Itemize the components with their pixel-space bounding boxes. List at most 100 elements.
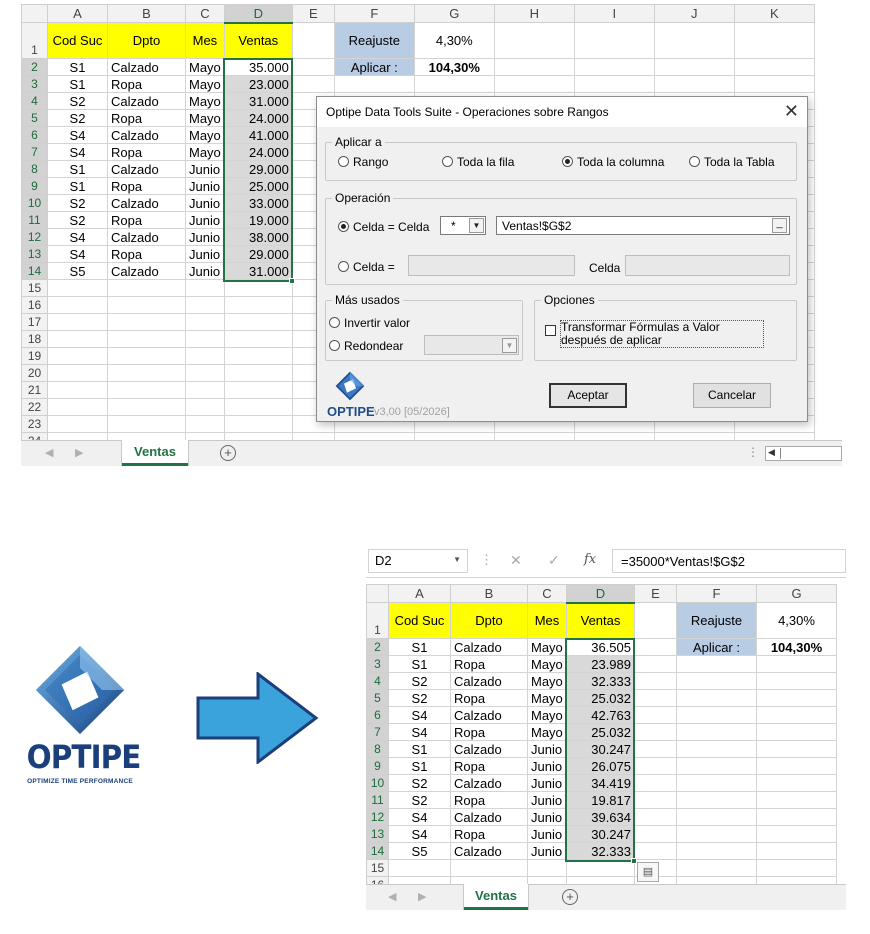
row-header[interactable]: 4 xyxy=(21,92,48,110)
chevron-down-icon[interactable]: ▼ xyxy=(502,338,517,353)
empty-cell[interactable] xyxy=(527,859,567,877)
table-cell[interactable]: Mayo xyxy=(527,672,567,690)
table-cell[interactable]: Junio xyxy=(527,825,567,843)
table-cell[interactable]: Ropa xyxy=(107,211,186,229)
formula-input[interactable]: =35000*Ventas!$G$2 xyxy=(612,549,846,573)
table-cell[interactable]: Mayo xyxy=(185,92,225,110)
prev-sheet-icon[interactable]: ◀ xyxy=(388,890,396,903)
row-header[interactable]: 6 xyxy=(366,706,389,724)
row-header[interactable]: 15 xyxy=(366,859,389,877)
table-cell[interactable]: S4 xyxy=(388,825,451,843)
transform-formulas-label[interactable]: Transformar Fórmulas a Valor después de … xyxy=(560,320,764,348)
radio-toda-la-fila[interactable]: Toda la fila xyxy=(442,155,514,169)
empty-cell[interactable] xyxy=(291,58,335,76)
table-cell[interactable]: S2 xyxy=(388,672,451,690)
table-cell[interactable]: Junio xyxy=(527,740,567,758)
table-cell[interactable]: S2 xyxy=(47,194,108,212)
table-cell[interactable]: Junio xyxy=(185,160,225,178)
table-header-cell[interactable]: Cod Suc xyxy=(388,602,451,639)
empty-cell[interactable] xyxy=(333,75,415,93)
row-header[interactable]: 20 xyxy=(21,364,48,382)
table-cell[interactable]: S1 xyxy=(388,638,451,656)
table-cell[interactable]: Ropa xyxy=(450,689,528,707)
sheet-tab-ventas[interactable]: Ventas xyxy=(464,884,528,910)
row-header[interactable]: 6 xyxy=(21,126,48,144)
table-cell[interactable]: S5 xyxy=(47,262,108,280)
row-header[interactable]: 8 xyxy=(21,160,48,178)
table-header-cell[interactable]: Dpto xyxy=(450,602,528,639)
table-cell[interactable]: Calzado xyxy=(450,706,528,724)
table-cell[interactable]: Mayo xyxy=(185,143,225,161)
row-header[interactable]: 18 xyxy=(21,330,48,348)
empty-cell[interactable] xyxy=(185,364,225,382)
more-options-icon[interactable]: ⋮ xyxy=(747,445,759,459)
empty-cell[interactable] xyxy=(493,22,575,59)
empty-cell[interactable] xyxy=(107,313,186,331)
table-cell[interactable]: Ropa xyxy=(450,723,528,741)
empty-cell[interactable] xyxy=(756,740,837,758)
empty-cell[interactable] xyxy=(756,859,837,877)
empty-cell[interactable] xyxy=(676,740,757,758)
empty-cell[interactable] xyxy=(756,774,837,792)
column-header[interactable]: F xyxy=(676,584,757,603)
empty-cell[interactable] xyxy=(676,774,757,792)
row-header[interactable]: 1 xyxy=(366,602,389,639)
empty-cell[interactable] xyxy=(185,330,225,348)
chevron-down-icon[interactable]: ▼ xyxy=(453,555,461,564)
empty-cell[interactable] xyxy=(493,75,575,93)
row-header[interactable]: 14 xyxy=(366,842,389,860)
radio-rango[interactable]: Rango xyxy=(338,155,388,169)
table-header-cell[interactable]: Dpto xyxy=(107,22,186,59)
row-header[interactable]: 2 xyxy=(366,638,389,656)
table-cell[interactable]: Junio xyxy=(527,791,567,809)
row-header[interactable]: 9 xyxy=(21,177,48,195)
empty-cell[interactable] xyxy=(223,398,293,416)
reajuste-value[interactable]: 4,30% xyxy=(413,22,495,59)
radio-celda-igual[interactable]: Celda = xyxy=(338,260,395,274)
empty-cell[interactable] xyxy=(223,330,293,348)
ventas-cell[interactable]: 25.032 xyxy=(566,723,635,741)
table-cell[interactable]: Mayo xyxy=(527,706,567,724)
empty-cell[interactable] xyxy=(573,58,655,76)
table-cell[interactable]: S1 xyxy=(388,757,451,775)
ventas-cell[interactable]: 24.000 xyxy=(223,143,293,161)
table-cell[interactable]: Ropa xyxy=(450,655,528,673)
table-cell[interactable]: Ropa xyxy=(450,791,528,809)
row-header[interactable]: 19 xyxy=(21,347,48,365)
ventas-cell[interactable]: 33.000 xyxy=(223,194,293,212)
table-cell[interactable]: Calzado xyxy=(107,262,186,280)
empty-cell[interactable] xyxy=(756,825,837,843)
radio-invertir-valor[interactable]: Invertir valor xyxy=(329,316,410,330)
column-header[interactable]: G xyxy=(413,4,495,23)
table-cell[interactable]: Ropa xyxy=(107,75,186,93)
empty-cell[interactable] xyxy=(676,689,757,707)
table-cell[interactable]: S2 xyxy=(388,791,451,809)
column-header[interactable]: D xyxy=(223,4,293,24)
table-cell[interactable]: Ropa xyxy=(107,245,186,263)
table-cell[interactable]: Mayo xyxy=(527,689,567,707)
table-cell[interactable]: S4 xyxy=(47,228,108,246)
transform-formulas-checkbox[interactable] xyxy=(545,325,556,336)
table-cell[interactable]: Junio xyxy=(185,245,225,263)
empty-cell[interactable] xyxy=(291,75,335,93)
empty-cell[interactable] xyxy=(676,842,757,860)
ventas-cell[interactable]: 23.000 xyxy=(223,75,293,93)
column-header[interactable]: G xyxy=(756,584,837,603)
empty-cell[interactable] xyxy=(47,330,108,348)
table-cell[interactable]: Ropa xyxy=(107,143,186,161)
row-header[interactable]: 3 xyxy=(366,655,389,673)
table-cell[interactable]: Mayo xyxy=(527,655,567,673)
empty-cell[interactable] xyxy=(676,723,757,741)
dialog-titlebar[interactable]: Optipe Data Tools Suite - Operaciones so… xyxy=(317,97,807,127)
ventas-cell[interactable]: 19.000 xyxy=(223,211,293,229)
cancelar-button[interactable]: Cancelar xyxy=(693,383,771,408)
empty-cell[interactable] xyxy=(676,825,757,843)
table-cell[interactable]: Calzado xyxy=(450,672,528,690)
row-header[interactable]: 11 xyxy=(366,791,389,809)
row-header[interactable]: 4 xyxy=(366,672,389,690)
reajuste-label[interactable]: Reajuste xyxy=(676,602,757,639)
row-header[interactable]: 23 xyxy=(21,415,48,433)
reajuste-label[interactable]: Reajuste xyxy=(333,22,415,59)
table-cell[interactable]: Mayo xyxy=(185,58,225,76)
empty-cell[interactable] xyxy=(634,791,677,809)
